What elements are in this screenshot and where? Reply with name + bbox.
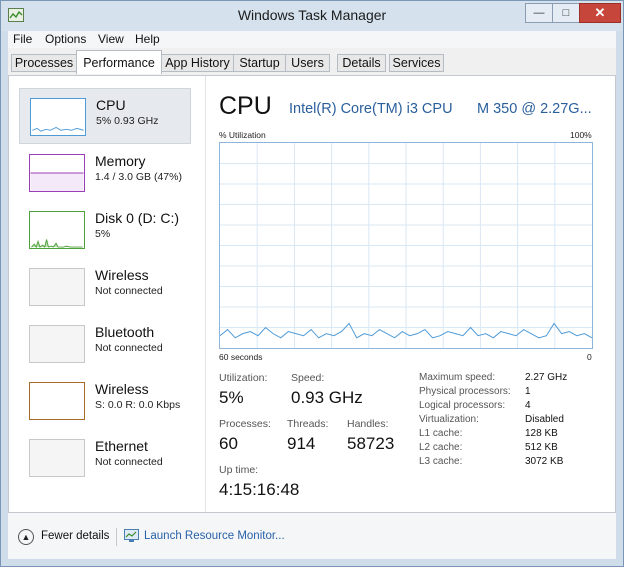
- footer-separator: [116, 528, 117, 546]
- resource-detail: 1.4 / 3.0 GB (47%): [95, 171, 182, 183]
- spec-label: Logical processors:: [419, 400, 506, 411]
- resource-ethernet[interactable]: Ethernet Not connected: [19, 430, 191, 486]
- resource-name: Memory: [95, 153, 146, 169]
- resource-detail: S: 0.0 R: 0.0 Kbps: [95, 399, 181, 411]
- spec-value: 3072 KB: [525, 456, 564, 467]
- threads-label: Threads:: [287, 418, 329, 430]
- threads-value: 914: [287, 434, 316, 453]
- performance-panel: CPU 5% 0.93 GHz Memory 1.4 / 3.0 GB (47%…: [8, 75, 616, 513]
- handles-label: Handles:: [347, 418, 389, 430]
- utilization-value: 5%: [219, 388, 244, 407]
- resource-name: Ethernet: [95, 438, 148, 454]
- cpu-thumbnail-graph: [30, 98, 86, 136]
- handles-value: 58723: [347, 434, 395, 453]
- tab-strip: Processes Performance App History Startu…: [8, 48, 616, 75]
- graph-max-label: 100%: [570, 130, 592, 140]
- resource-name: CPU: [96, 97, 126, 113]
- resource-bluetooth[interactable]: Bluetooth Not connected: [19, 316, 191, 372]
- menu-view[interactable]: View: [98, 32, 124, 46]
- spec-value: 4: [525, 400, 531, 411]
- spec-label: Virtualization:: [419, 414, 479, 425]
- spec-label: L3 cache:: [419, 456, 463, 467]
- processes-value: 60: [219, 434, 238, 453]
- spec-label: L1 cache:: [419, 428, 463, 439]
- resource-name: Bluetooth: [95, 324, 155, 340]
- resource-memory[interactable]: Memory 1.4 / 3.0 GB (47%): [19, 145, 191, 201]
- spec-value: 2.27 GHz: [525, 372, 568, 383]
- minimize-button[interactable]: —: [525, 3, 553, 23]
- title-bar[interactable]: Windows Task Manager — □ ✕: [1, 1, 623, 31]
- spec-label: Maximum speed:: [419, 372, 496, 383]
- resource-cpu[interactable]: CPU 5% 0.93 GHz: [19, 88, 191, 144]
- resource-detail: 5% 0.93 GHz: [96, 115, 159, 127]
- resource-disk[interactable]: Disk 0 (D: C:) 5%: [19, 202, 191, 258]
- speed-label: Speed:: [291, 372, 325, 384]
- uptime-label: Up time:: [219, 464, 259, 476]
- task-manager-window: Windows Task Manager — □ ✕ File Options …: [0, 0, 624, 567]
- fewer-details-button[interactable]: Fewer details: [41, 530, 109, 542]
- tab-app-history[interactable]: App History: [161, 54, 234, 72]
- spec-value: 1: [525, 386, 531, 397]
- utilization-label: Utilization:: [219, 372, 268, 384]
- chevron-up-icon[interactable]: ▲: [18, 529, 34, 545]
- close-button[interactable]: ✕: [579, 3, 621, 23]
- launch-resource-monitor-link[interactable]: Launch Resource Monitor...: [144, 530, 285, 542]
- utilization-axis-label: % Utilization: [219, 130, 266, 140]
- tab-performance[interactable]: Performance: [76, 50, 162, 74]
- cpu-model-name: Intel(R) Core(TM) i3 CPU: [289, 101, 453, 117]
- wireless-2-thumbnail-graph: [29, 382, 85, 420]
- cpu-detail-pane: CPU Intel(R) Core(TM) i3 CPU M 350 @ 2.2…: [219, 76, 609, 512]
- resource-detail: Not connected: [95, 342, 163, 354]
- menu-file[interactable]: File: [13, 32, 32, 46]
- tab-users[interactable]: Users: [285, 54, 330, 72]
- memory-thumbnail-graph: [29, 154, 85, 192]
- maximize-button[interactable]: □: [552, 3, 580, 23]
- tab-services[interactable]: Services: [389, 54, 444, 72]
- resource-detail: 5%: [95, 228, 111, 240]
- speed-value: 0.93 GHz: [291, 388, 363, 407]
- resource-list: CPU 5% 0.93 GHz Memory 1.4 / 3.0 GB (47%…: [9, 76, 206, 512]
- resource-name: Disk 0 (D: C:): [95, 210, 179, 226]
- tab-details[interactable]: Details: [337, 54, 386, 72]
- graph-grid: [220, 143, 592, 348]
- wireless-thumbnail-graph: [29, 268, 85, 306]
- resource-detail: Not connected: [95, 285, 163, 297]
- resource-wireless-2[interactable]: Wireless S: 0.0 R: 0.0 Kbps: [19, 373, 191, 429]
- spec-label: L2 cache:: [419, 442, 463, 453]
- cpu-heading: CPU: [219, 92, 272, 120]
- resource-wireless[interactable]: Wireless Not connected: [19, 259, 191, 315]
- tab-processes[interactable]: Processes: [11, 54, 77, 72]
- resource-detail: Not connected: [95, 456, 163, 468]
- graph-zero-label: 0: [587, 352, 592, 362]
- menu-bar: File Options View Help: [8, 31, 616, 48]
- processes-label: Processes:: [219, 418, 271, 430]
- resource-monitor-icon[interactable]: [124, 529, 139, 543]
- bluetooth-thumbnail-graph: [29, 325, 85, 363]
- spec-value: Disabled: [525, 414, 564, 425]
- spec-value: 512 KB: [525, 442, 558, 453]
- disk-thumbnail-graph: [29, 211, 85, 249]
- spec-value: 128 KB: [525, 428, 558, 439]
- tab-startup[interactable]: Startup: [233, 54, 286, 72]
- resource-name: Wireless: [95, 381, 149, 397]
- cpu-model-speed: M 350 @ 2.27G...: [477, 101, 592, 117]
- menu-help[interactable]: Help: [135, 32, 160, 46]
- ethernet-thumbnail-graph: [29, 439, 85, 477]
- cpu-utilization-graph: [219, 142, 593, 349]
- uptime-value: 4:15:16:48: [219, 480, 300, 499]
- graph-time-label: 60 seconds: [219, 352, 263, 362]
- spec-label: Physical processors:: [419, 386, 511, 397]
- resource-name: Wireless: [95, 267, 149, 283]
- menu-options[interactable]: Options: [45, 32, 86, 46]
- footer-bar: ▲ Fewer details Launch Resource Monitor.…: [8, 513, 616, 559]
